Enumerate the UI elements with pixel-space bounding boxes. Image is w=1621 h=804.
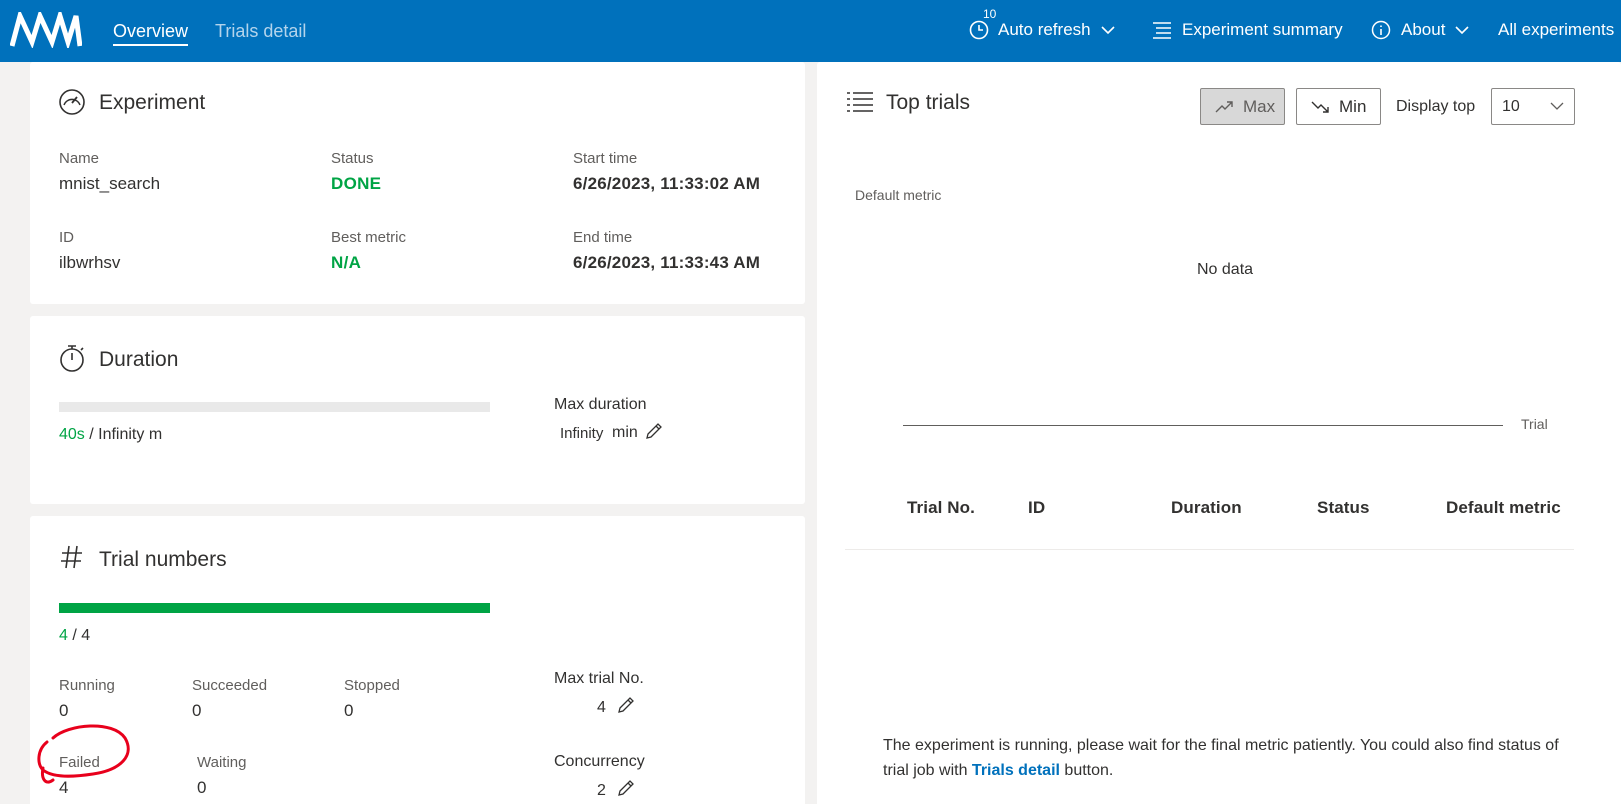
running-label: Running	[59, 677, 115, 694]
duration-progress-track	[59, 402, 490, 412]
succeeded-label: Succeeded	[192, 677, 268, 694]
concurrency-value: 2	[597, 782, 606, 799]
trials-progress-fill	[59, 603, 490, 613]
min-button-label: Min	[1339, 96, 1367, 116]
table-header-divider	[845, 549, 1574, 550]
about-menu[interactable]: About	[1371, 18, 1470, 42]
edit-max-trial-icon[interactable]	[617, 696, 635, 714]
start-time-label: Start time	[573, 150, 638, 167]
elapsed-time: 40s	[59, 426, 85, 443]
concurrency-label: Concurrency	[554, 753, 645, 770]
experiment-id: ilbwrhsv	[59, 253, 121, 272]
tab-trials-detail[interactable]: Trials detail	[215, 19, 306, 43]
chevron-down-icon	[1455, 26, 1470, 35]
chart-no-data: No data	[1197, 261, 1254, 278]
annotation-circle	[37, 724, 130, 784]
id-label: ID	[59, 229, 74, 246]
trials-progress-text: 4 / 4	[59, 626, 90, 646]
experiment-title: Experiment	[99, 91, 206, 114]
column-id[interactable]: ID	[1028, 497, 1045, 519]
stopwatch-icon	[60, 345, 84, 372]
edit-concurrency-icon[interactable]	[617, 779, 635, 797]
column-status[interactable]: Status	[1317, 497, 1370, 519]
auto-refresh-menu[interactable]: Auto refresh	[968, 18, 1115, 42]
auto-refresh-label: Auto refresh	[998, 20, 1091, 39]
experiment-name: mnist_search	[59, 174, 161, 193]
best-metric-value: N/A	[331, 253, 362, 272]
min-button[interactable]: Min	[1296, 88, 1381, 125]
max-duration-value: Infinity	[560, 425, 604, 442]
status-label: Status	[331, 150, 374, 167]
top-trials-card	[817, 62, 1621, 804]
chart-x-axis	[903, 425, 1503, 426]
nni-logo[interactable]	[10, 12, 82, 48]
clock-icon	[969, 20, 989, 40]
succeeded-count: 0	[192, 701, 202, 720]
duration-progress-text: 40s / Infinity m	[59, 425, 162, 445]
running-count: 0	[59, 701, 69, 720]
duration-title: Duration	[99, 348, 179, 371]
stopped-label: Stopped	[344, 677, 400, 694]
status-value: DONE	[331, 174, 382, 193]
start-time-value: 6/26/2023, 11:33:02 AM	[573, 174, 761, 193]
hash-icon	[61, 545, 82, 569]
list-icon	[1153, 22, 1171, 39]
trials-detail-link[interactable]: Trials detail	[972, 762, 1060, 779]
max-button-label: Max	[1243, 96, 1276, 116]
trials-total: / 4	[67, 627, 91, 644]
max-duration-label: Max duration	[554, 396, 647, 413]
chevron-down-icon	[1550, 102, 1564, 110]
info-icon	[1371, 20, 1391, 40]
end-time-label: End time	[573, 229, 633, 246]
end-time-value: 6/26/2023, 11:33:43 AM	[573, 253, 761, 272]
name-label: Name	[59, 150, 100, 167]
display-top-label: Display top	[1396, 98, 1476, 115]
max-duration-unit: min	[612, 424, 638, 441]
running-note-tail: button.	[1059, 762, 1114, 779]
top-nav-bar: Overview Trials detail 10 Auto refresh E…	[0, 0, 1621, 62]
chevron-down-icon	[1101, 26, 1115, 35]
gauge-icon	[59, 89, 85, 115]
chart-x-axis-label: Trial	[1521, 416, 1548, 432]
list-icon	[847, 92, 873, 112]
display-top-value: 10	[1502, 98, 1520, 115]
column-default-metric[interactable]: Default metric	[1446, 497, 1561, 519]
max-trial-label: Max trial No.	[554, 670, 644, 687]
waiting-count: 0	[197, 778, 207, 797]
trend-up-icon	[1215, 100, 1233, 112]
running-note: The experiment is running, please wait f…	[883, 733, 1563, 783]
max-trial-value: 4	[597, 699, 606, 716]
edit-max-duration-icon[interactable]	[645, 422, 663, 440]
experiment-summary-label: Experiment summary	[1182, 20, 1343, 39]
column-trial-no[interactable]: Trial No.	[907, 497, 975, 519]
experiment-summary-button[interactable]: Experiment summary	[1152, 18, 1343, 42]
trial-numbers-title: Trial numbers	[99, 548, 227, 571]
duration-total: / Infinity m	[84, 426, 163, 443]
chart-y-axis-label: Default metric	[855, 187, 942, 203]
about-label: About	[1401, 20, 1446, 39]
best-metric-label: Best metric	[331, 229, 407, 246]
trials-done: 4	[59, 627, 68, 644]
max-button[interactable]: Max	[1200, 88, 1285, 125]
tab-overview[interactable]: Overview	[113, 19, 189, 46]
waiting-label: Waiting	[197, 754, 247, 771]
display-top-select[interactable]: 10	[1491, 88, 1575, 125]
stopped-count: 0	[344, 701, 354, 720]
top-trials-title: Top trials	[886, 91, 971, 114]
all-experiments-link[interactable]: All experiments	[1498, 18, 1614, 42]
trend-down-icon	[1311, 101, 1329, 113]
all-experiments-label: All experiments	[1498, 20, 1615, 39]
column-duration[interactable]: Duration	[1171, 497, 1242, 519]
